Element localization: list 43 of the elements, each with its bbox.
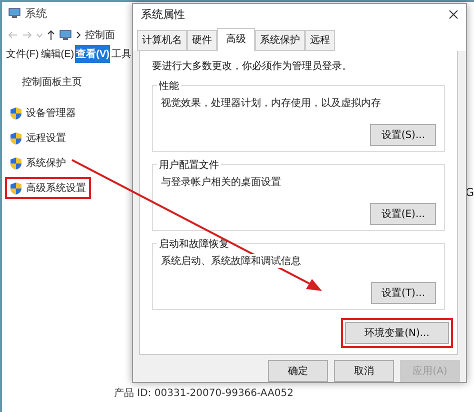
shield-icon (10, 106, 22, 120)
product-id: 产品 ID: 00331-20070-99366-AA052 (114, 386, 294, 400)
window-title: 系统 (25, 6, 47, 21)
shield-icon (10, 156, 22, 170)
forward-arrow-icon[interactable] (22, 31, 32, 39)
sidebar-link[interactable]: 设备管理器 (26, 106, 76, 120)
back-arrow-icon[interactable] (8, 31, 18, 39)
chevron-right-icon (76, 31, 81, 39)
group-description: 与登录帐户相关的桌面设置 (161, 175, 281, 190)
computer-icon (8, 8, 21, 19)
computer-icon (59, 30, 72, 40)
menu-item[interactable]: 文件(F) (5, 45, 40, 63)
menu-item[interactable]: 查看(V) (75, 45, 110, 63)
dialog-button[interactable]: 取消 (334, 360, 394, 382)
tab[interactable]: 硬件 (187, 30, 217, 52)
tab[interactable]: 计算机名 (137, 30, 187, 52)
tab[interactable]: 高级 (217, 28, 255, 52)
group-description: 视觉效果，处理器计划，内存使用，以及虚拟内存 (161, 96, 381, 110)
shield-icon (10, 182, 22, 194)
settings-button[interactable]: 设置(T)... (370, 282, 436, 304)
chevron-down-icon[interactable] (36, 32, 43, 38)
group-title: 用户配置文件 (157, 158, 221, 172)
environment-variables-button[interactable]: 环境变量(N)... (345, 322, 449, 344)
menu-item[interactable]: 编辑(E) (40, 45, 76, 63)
group-title: 启动和故障恢复 (157, 237, 231, 252)
sidebar-link[interactable]: 系统保护 (26, 156, 66, 170)
tab[interactable]: 远程 (305, 30, 335, 52)
dialog-title: 系统属性 (141, 6, 185, 22)
breadcrumb[interactable]: 控制面 (85, 28, 115, 42)
up-arrow-icon[interactable] (47, 30, 55, 40)
group-description: 系统启动、系统故障和调试信息 (161, 254, 301, 268)
sidebar-link[interactable]: 高级系统设置 (26, 181, 86, 195)
settings-button[interactable]: 设置(S)... (370, 124, 436, 146)
tab[interactable]: 系统保护 (255, 30, 305, 52)
sidebar-link[interactable]: 远程设置 (26, 131, 66, 145)
shield-icon (10, 132, 22, 144)
dialog-button[interactable]: 确定 (268, 360, 328, 382)
group-title: 性能 (157, 79, 181, 94)
close-icon[interactable] (449, 10, 458, 19)
notice-text: 要进行大多数更改，你必须作为管理员登录。 (152, 60, 353, 74)
menu-item[interactable]: 工具 (110, 45, 132, 63)
settings-button[interactable]: 设置(E)... (370, 203, 436, 226)
home-link[interactable]: 控制面板主页 (22, 75, 82, 89)
